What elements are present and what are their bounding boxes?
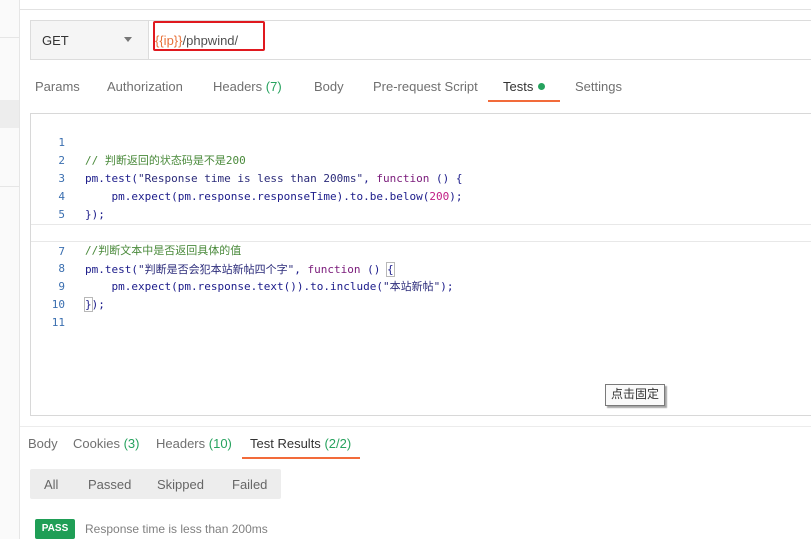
code-line: 8 pm.expect(pm.response.text()).to.inclu… — [58, 262, 454, 293]
pin-tooltip: 点击固定 — [605, 384, 666, 406]
active-response-tab-underline — [242, 457, 360, 459]
code-line: 11 — [51, 316, 65, 329]
code-line: 3 pm.expect(pm.response.responseTime).to… — [58, 172, 463, 203]
code-line: 6 //判断文本中是否返回具体的值 — [58, 226, 242, 257]
code-editor[interactable]: 1 // 判断返回的状态码是不是200 2 pm.test("Response … — [30, 113, 811, 416]
sidebar-divider — [0, 186, 20, 187]
tab-params[interactable]: Params — [35, 79, 80, 94]
method-select[interactable]: GET — [31, 21, 149, 59]
filter-passed[interactable]: Passed — [88, 477, 131, 492]
left-sidebar — [0, 0, 20, 539]
code-line: 5 — [58, 208, 65, 221]
sidebar-divider — [0, 37, 20, 38]
request-url-bar: GET {{ip}}/phpwind/ — [30, 20, 811, 60]
response-tab-test-results[interactable]: Test Results (2/2) — [250, 436, 351, 451]
code-line-active: 7 pm.test("判断是否会犯本站新帖四个字", function () { — [31, 224, 811, 277]
test-result-row: PASS Response time is less than 200ms — [35, 519, 435, 539]
tab-headers[interactable]: Headers (7) — [213, 79, 282, 94]
url-highlight-box — [153, 21, 265, 51]
tab-body[interactable]: Body — [314, 79, 344, 94]
method-label: GET — [42, 33, 69, 48]
tab-authorization[interactable]: Authorization — [107, 79, 183, 94]
filter-failed[interactable]: Failed — [232, 477, 267, 492]
chevron-down-icon — [124, 37, 132, 42]
request-tabs: Params Authorization Headers (7) Body Pr… — [20, 66, 811, 104]
headers-count: (7) — [265, 79, 282, 94]
response-divider — [20, 426, 811, 427]
code-line: 10 — [51, 298, 65, 311]
test-result-text: Response time is less than 200ms — [85, 522, 268, 536]
response-tab-cookies[interactable]: Cookies (3) — [73, 436, 139, 451]
code-line: 1 // 判断返回的状态码是不是200 — [58, 136, 246, 167]
active-tab-underline — [488, 100, 560, 102]
code-line: 9 }); — [58, 280, 105, 312]
top-divider — [20, 9, 811, 10]
code-line: 4 }); — [58, 190, 105, 221]
response-tab-body[interactable]: Body — [28, 436, 58, 451]
code-line: 2 pm.test("Response time is less than 20… — [58, 154, 463, 185]
filter-all[interactable]: All — [44, 477, 58, 492]
pass-badge: PASS — [35, 519, 75, 539]
tests-indicator-dot — [538, 83, 546, 90]
sidebar-selected-item[interactable] — [0, 100, 20, 128]
response-tab-headers[interactable]: Headers (10) — [156, 436, 232, 451]
test-result-filter: All Passed Skipped Failed — [30, 469, 281, 499]
tab-settings[interactable]: Settings — [575, 79, 622, 94]
tab-pre-request-script[interactable]: Pre-request Script — [373, 79, 478, 94]
tab-tests[interactable]: Tests — [503, 79, 546, 94]
filter-skipped[interactable]: Skipped — [157, 477, 204, 492]
